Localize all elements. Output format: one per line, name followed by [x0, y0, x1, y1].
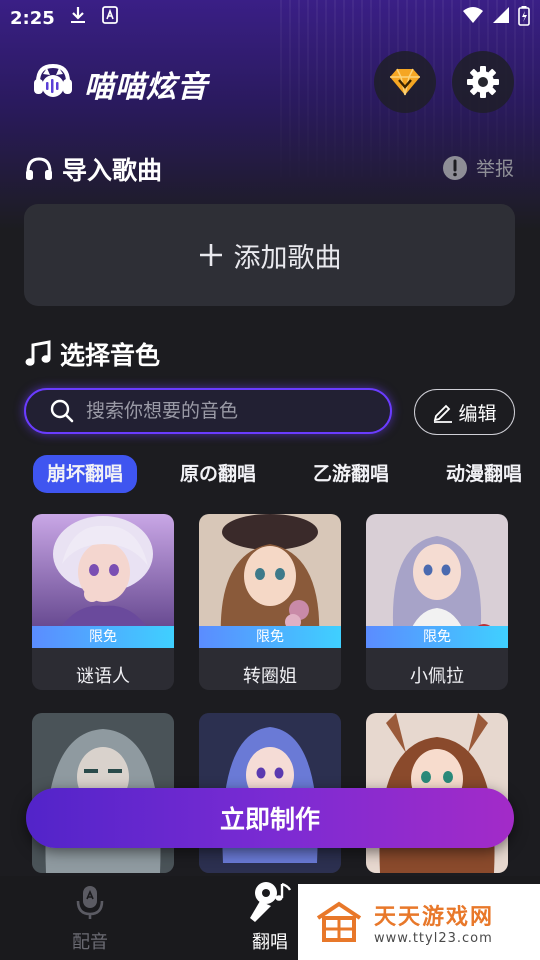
nav-item-dubbing[interactable]: 配音	[30, 876, 150, 960]
settings-button[interactable]	[452, 51, 514, 113]
voice-card[interactable]: 限免 转圈姐	[199, 514, 341, 690]
voice-name: 转圈姐	[243, 666, 297, 687]
watermark-logo-icon	[316, 901, 362, 942]
watermark-url: www.ttyl23.com	[374, 930, 493, 946]
voice-avatar-image	[199, 514, 341, 642]
voice-card[interactable]: 限免 小佩拉	[366, 514, 508, 690]
voice-title-label: 选择音色	[60, 341, 161, 370]
vip-diamond-icon	[390, 68, 420, 96]
pencil-icon	[434, 404, 453, 423]
voice-card[interactable]: 限免 谜语人	[32, 514, 174, 690]
site-watermark: 天天游戏网 www.ttyl23.com	[298, 884, 540, 960]
tab-voice-category[interactable]: 动漫翻唱	[446, 455, 540, 493]
download-icon	[70, 6, 86, 28]
free-badge: 限免	[366, 626, 508, 648]
free-badge: 限免	[32, 626, 174, 648]
add-song-button[interactable]: 添加歌曲	[24, 204, 515, 306]
voice-search-box[interactable]	[24, 388, 392, 434]
edit-button[interactable]: 编辑	[414, 389, 515, 435]
add-song-label: 添加歌曲	[233, 242, 342, 274]
font-app-icon	[102, 6, 118, 28]
report-button[interactable]: 举报	[442, 154, 514, 181]
import-title-label: 导入歌曲	[62, 156, 163, 185]
edit-label: 编辑	[458, 402, 497, 425]
vip-button[interactable]	[374, 51, 436, 113]
nav-label-dubbing: 配音	[72, 932, 108, 953]
microphone-icon	[76, 886, 104, 919]
voice-name: 谜语人	[76, 666, 130, 687]
voice-avatar-image	[366, 514, 508, 642]
gear-icon	[467, 66, 499, 98]
free-badge: 限免	[199, 626, 341, 648]
music-note-icon	[25, 340, 51, 366]
make-now-button[interactable]: 立即制作	[26, 788, 514, 848]
search-icon	[50, 399, 74, 423]
watermark-title: 天天游戏网	[374, 904, 495, 930]
karaoke-mic-icon	[250, 882, 292, 922]
app-title: 喵喵炫音	[84, 70, 208, 105]
battery-icon	[518, 6, 530, 30]
voice-section-title: 选择音色	[24, 336, 160, 372]
signal-icon	[492, 6, 510, 28]
voice-name: 小佩拉	[410, 666, 464, 687]
app-logo	[32, 62, 74, 102]
voice-avatar-image	[32, 514, 174, 642]
status-bar: 2:25	[0, 0, 540, 36]
status-time: 2:25	[10, 8, 55, 29]
import-section-title: 导入歌曲	[24, 151, 162, 187]
wifi-icon	[462, 6, 484, 28]
search-input[interactable]	[84, 399, 378, 423]
tab-voice-category[interactable]: 原の翻唱	[180, 455, 256, 493]
tab-voice-category[interactable]: 乙游翻唱	[313, 455, 389, 493]
warning-icon	[442, 155, 467, 180]
tab-voice-category[interactable]: 崩坏翻唱	[33, 455, 138, 493]
report-label: 举报	[475, 158, 514, 180]
headphones-icon	[26, 157, 52, 180]
plus-icon	[199, 244, 222, 266]
